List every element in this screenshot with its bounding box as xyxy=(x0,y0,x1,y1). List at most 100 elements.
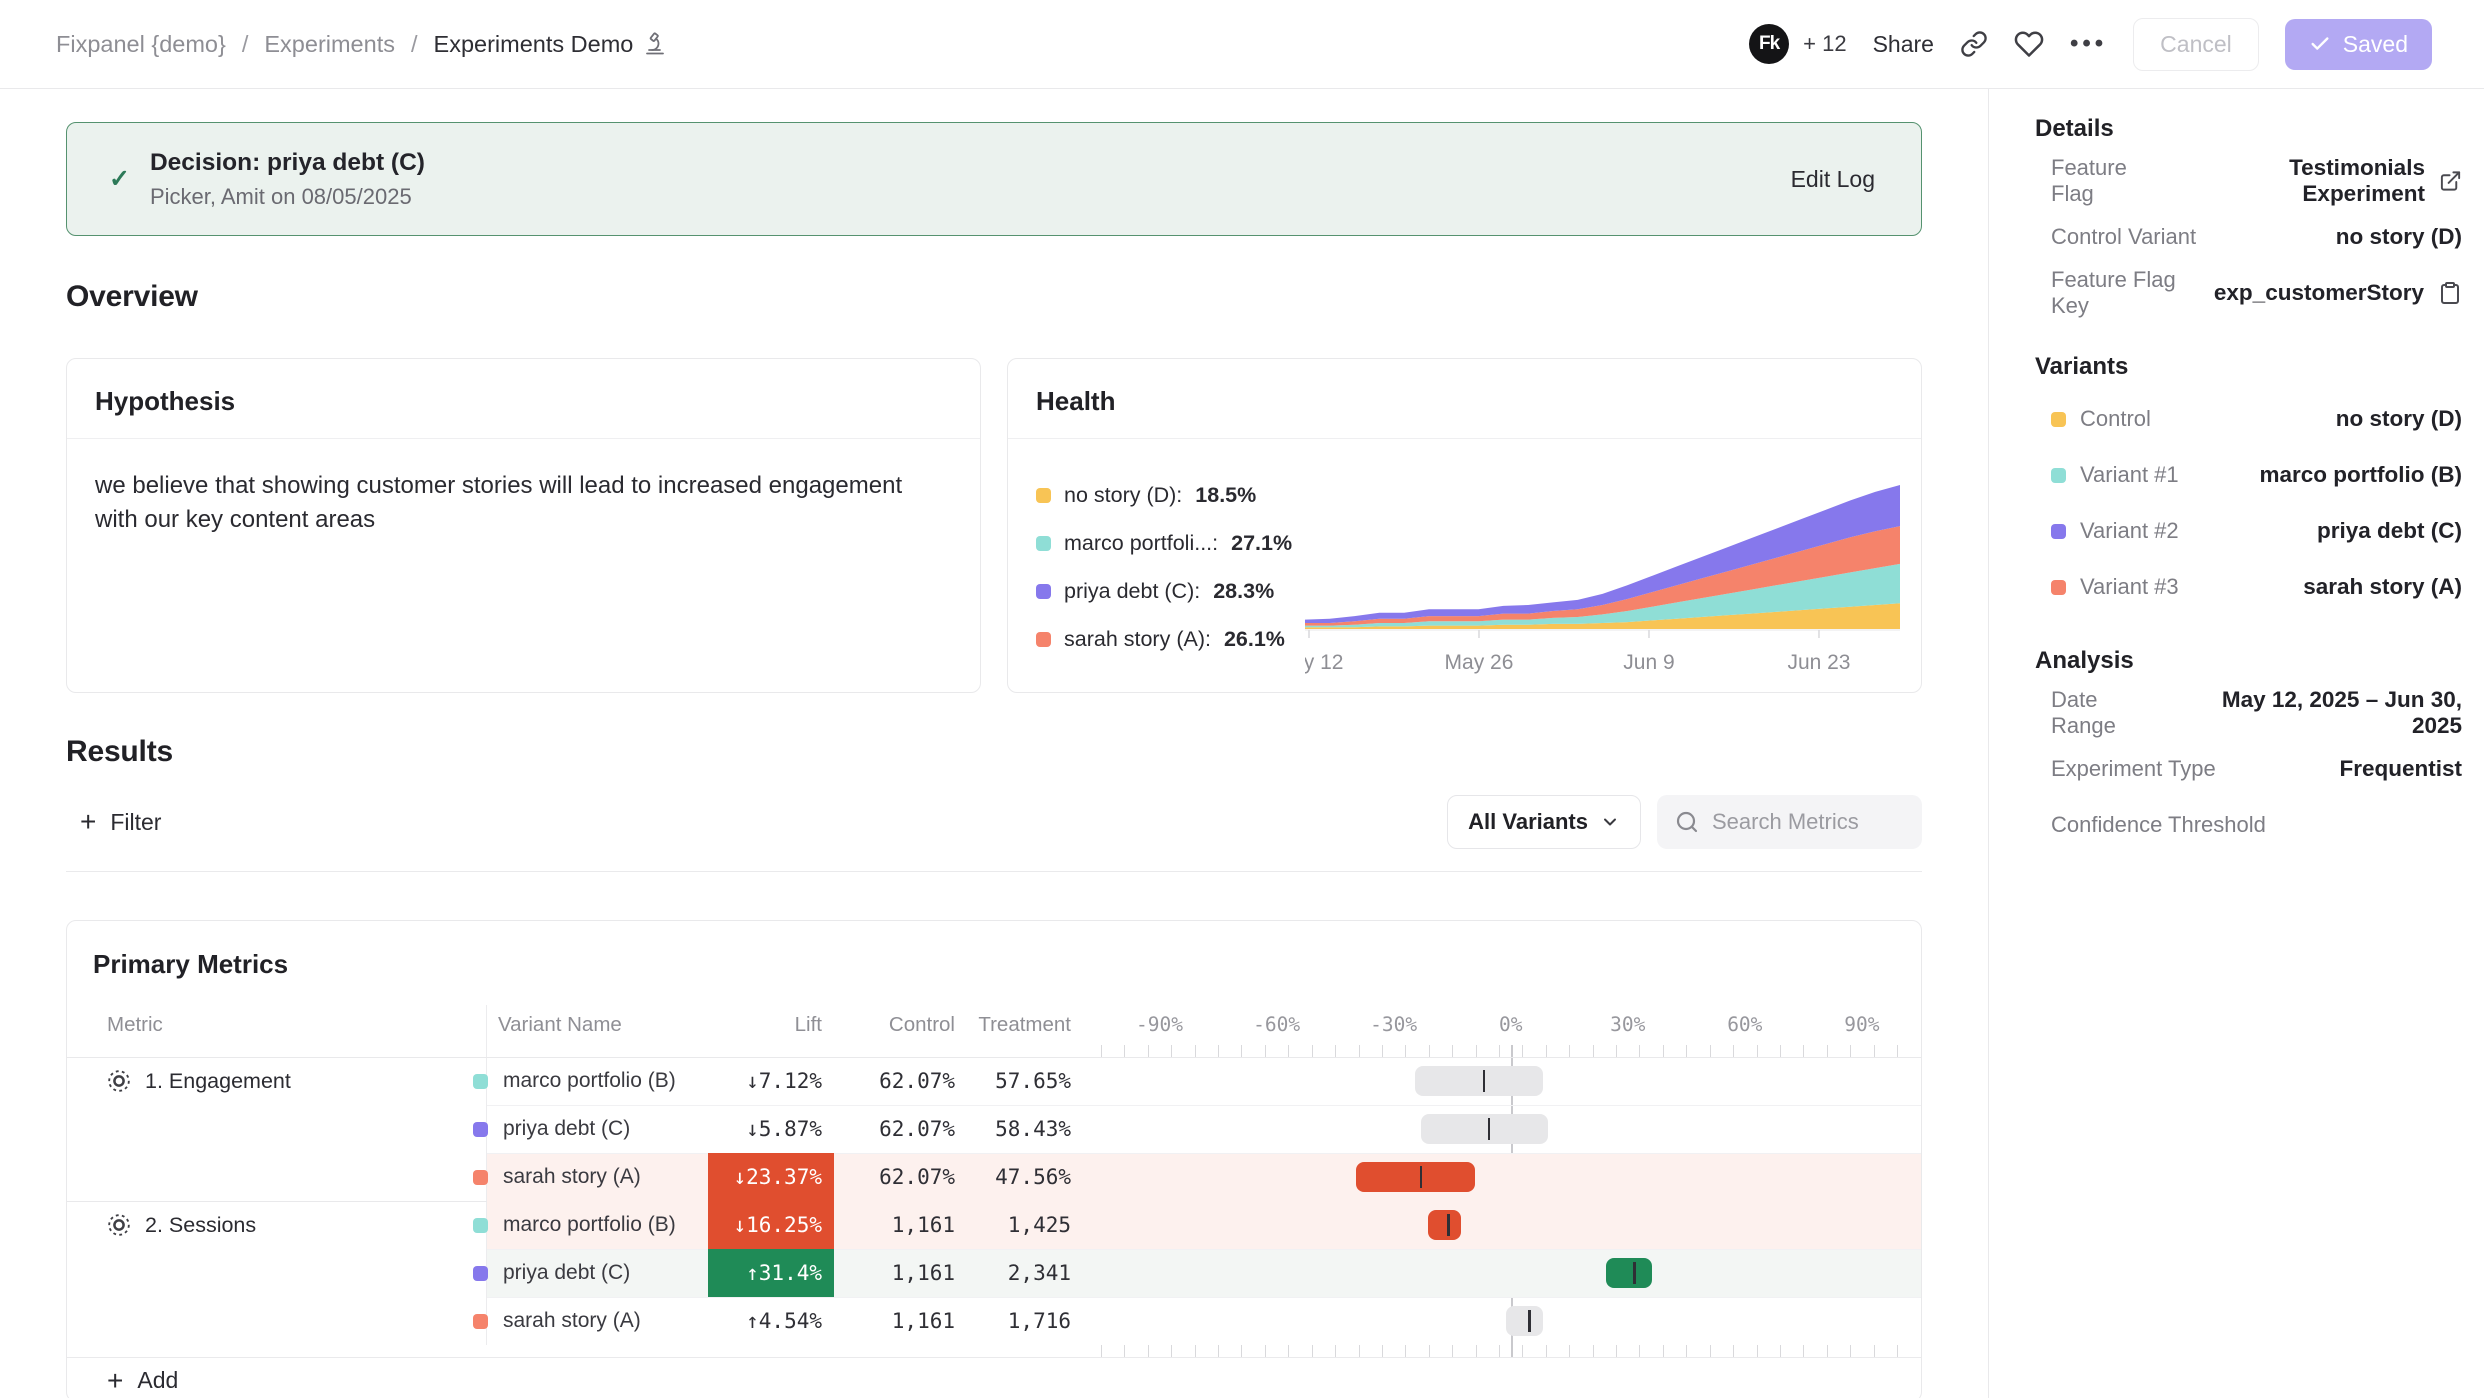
row-separator xyxy=(487,1153,1921,1154)
variant-swatch xyxy=(473,1314,488,1329)
axis-label: -30% xyxy=(1339,1013,1449,1036)
ruler-tick xyxy=(1148,1045,1149,1057)
axis-label: -90% xyxy=(1105,1013,1215,1036)
sidebar-heading-variants: Variants xyxy=(2035,353,2462,381)
variant-swatch xyxy=(473,1266,488,1281)
sidebar-value-text: priya debt (C) xyxy=(2317,518,2462,544)
variant-name: sarah story (A) xyxy=(503,1297,641,1345)
avatar[interactable]: Fk xyxy=(1749,24,1789,64)
metric-group-label[interactable]: 2. Sessions xyxy=(107,1201,256,1249)
sidebar-label-text: Variant #2 xyxy=(2080,518,2179,544)
plus-icon: + xyxy=(107,1367,123,1395)
ruler-tick xyxy=(1803,1045,1804,1057)
row-separator xyxy=(487,1249,1921,1250)
main-content: ✓ Decision: priya debt (C) Picker, Amit … xyxy=(0,89,1988,1398)
ruler-tick xyxy=(1241,1345,1242,1357)
ruler-tick xyxy=(1288,1345,1289,1357)
sidebar-row-value: May 12, 2025 – Jun 30, 2025 xyxy=(2168,687,2462,739)
saved-button[interactable]: Saved xyxy=(2285,19,2432,70)
all-variants-dropdown[interactable]: All Variants xyxy=(1447,795,1641,849)
ruler-tick xyxy=(1218,1345,1219,1357)
ruler-tick xyxy=(1897,1345,1898,1357)
favorite-heart-icon[interactable] xyxy=(2014,29,2044,59)
metric-target-icon xyxy=(107,1213,131,1237)
ruler-tick xyxy=(1569,1045,1570,1057)
add-filter-button[interactable]: + Filter xyxy=(66,808,161,836)
ruler-tick xyxy=(1522,1345,1523,1357)
sidebar-row: Feature FlagTestimonials Experiment xyxy=(2035,153,2462,209)
breadcrumb-separator: / xyxy=(411,31,418,58)
legend-value: 26.1% xyxy=(1224,627,1285,652)
variant-swatch xyxy=(473,1218,488,1233)
row-tint-negative xyxy=(487,1201,1921,1249)
ruler-tick xyxy=(1499,1045,1500,1057)
health-chart-svg: May 12May 26Jun 9Jun 23 xyxy=(1305,457,1905,692)
health-x-label: May 26 xyxy=(1445,651,1514,674)
row-tint-positive xyxy=(487,1249,1921,1297)
decision-banner: ✓ Decision: priya debt (C) Picker, Amit … xyxy=(66,122,1922,236)
add-metric-button[interactable]: +Add xyxy=(67,1357,1921,1398)
breadcrumb-item[interactable]: Experiments Demo xyxy=(434,31,668,58)
collaborator-count[interactable]: + 12 xyxy=(1803,31,1846,57)
right-sidebar: DetailsFeature FlagTestimonials Experime… xyxy=(1988,89,2484,1398)
edit-log-button[interactable]: Edit Log xyxy=(1791,166,1875,193)
decision-title: Decision: priya debt (C) xyxy=(150,149,425,177)
copy-link-icon[interactable] xyxy=(1960,30,1988,58)
ruler-tick xyxy=(1546,1345,1547,1357)
sidebar-row-value: marco portfolio (B) xyxy=(2260,462,2463,488)
treatment-value: 47.56% xyxy=(911,1153,1071,1201)
ruler-tick xyxy=(1616,1345,1617,1357)
variant-swatch xyxy=(473,1170,488,1185)
hypothesis-card: Hypothesis we believe that showing custo… xyxy=(66,358,981,693)
ruler-tick xyxy=(1780,1345,1781,1357)
top-bar-actions: Fk + 12 Share ••• Cancel Saved xyxy=(1749,18,2432,71)
variant-swatch xyxy=(2051,412,2066,427)
external-link-icon[interactable] xyxy=(2439,169,2462,193)
legend-label: priya debt (C): xyxy=(1064,579,1200,604)
ruler-tick xyxy=(1241,1045,1242,1057)
ruler-tick xyxy=(1312,1045,1313,1057)
search-metrics-input[interactable] xyxy=(1712,809,1902,835)
sidebar-row: Variant #3sarah story (A) xyxy=(2035,559,2462,615)
sidebar-value-text: Testimonials Experiment xyxy=(2171,155,2425,207)
sidebar-label-text: Variant #1 xyxy=(2080,462,2179,488)
ruler-tick xyxy=(1405,1045,1406,1057)
sidebar-label-text: Feature Flag xyxy=(2051,155,2171,207)
ruler-tick xyxy=(1710,1045,1711,1057)
sidebar-label-text: Control xyxy=(2080,406,2151,432)
more-options-icon[interactable]: ••• xyxy=(2070,30,2107,58)
decision-text: Decision: priya debt (C) Picker, Amit on… xyxy=(150,149,425,210)
sidebar-row: Feature Flag Keyexp_customerStory xyxy=(2035,265,2462,321)
ruler-tick xyxy=(1476,1345,1477,1357)
check-icon xyxy=(2309,33,2331,55)
sidebar-value-text: May 12, 2025 – Jun 30, 2025 xyxy=(2168,687,2462,739)
hypothesis-title: Hypothesis xyxy=(67,359,980,439)
decision-check-icon: ✓ xyxy=(109,164,130,194)
sidebar-value-text: no story (D) xyxy=(2336,224,2462,250)
treatment-value: 1,425 xyxy=(911,1201,1071,1249)
cancel-button[interactable]: Cancel xyxy=(2133,18,2259,71)
results-controls: + Filter All Variants xyxy=(66,795,1922,849)
health-x-label: Jun 23 xyxy=(1787,651,1850,674)
ruler-tick xyxy=(1452,1045,1453,1057)
variant-name: marco portfolio (B) xyxy=(503,1201,676,1249)
share-button[interactable]: Share xyxy=(1873,31,1934,58)
breadcrumb-item[interactable]: Experiments xyxy=(264,31,395,58)
ruler-tick xyxy=(1312,1345,1313,1357)
results-heading: Results xyxy=(66,735,1922,769)
breadcrumb-item[interactable]: Fixpanel {demo} xyxy=(56,31,226,58)
sidebar-value-text: Frequentist xyxy=(2339,756,2462,782)
clipboard-icon[interactable] xyxy=(2438,281,2462,305)
sidebar-row-value: sarah story (A) xyxy=(2303,574,2462,600)
search-metrics-box[interactable] xyxy=(1657,795,1922,849)
metric-group-label[interactable]: 1. Engagement xyxy=(107,1057,291,1105)
ruler-tick xyxy=(1686,1345,1687,1357)
point-estimate-tick xyxy=(1633,1262,1636,1284)
sidebar-row: Date RangeMay 12, 2025 – Jun 30, 2025 xyxy=(2035,685,2462,741)
ruler-tick xyxy=(1429,1045,1430,1057)
sidebar-row: Controlno story (D) xyxy=(2035,391,2462,447)
ruler-tick xyxy=(1827,1045,1828,1057)
variant-name: sarah story (A) xyxy=(503,1153,641,1201)
ruler-tick xyxy=(1757,1345,1758,1357)
health-legend-item: sarah story (A): 26.1% xyxy=(1036,615,1305,663)
